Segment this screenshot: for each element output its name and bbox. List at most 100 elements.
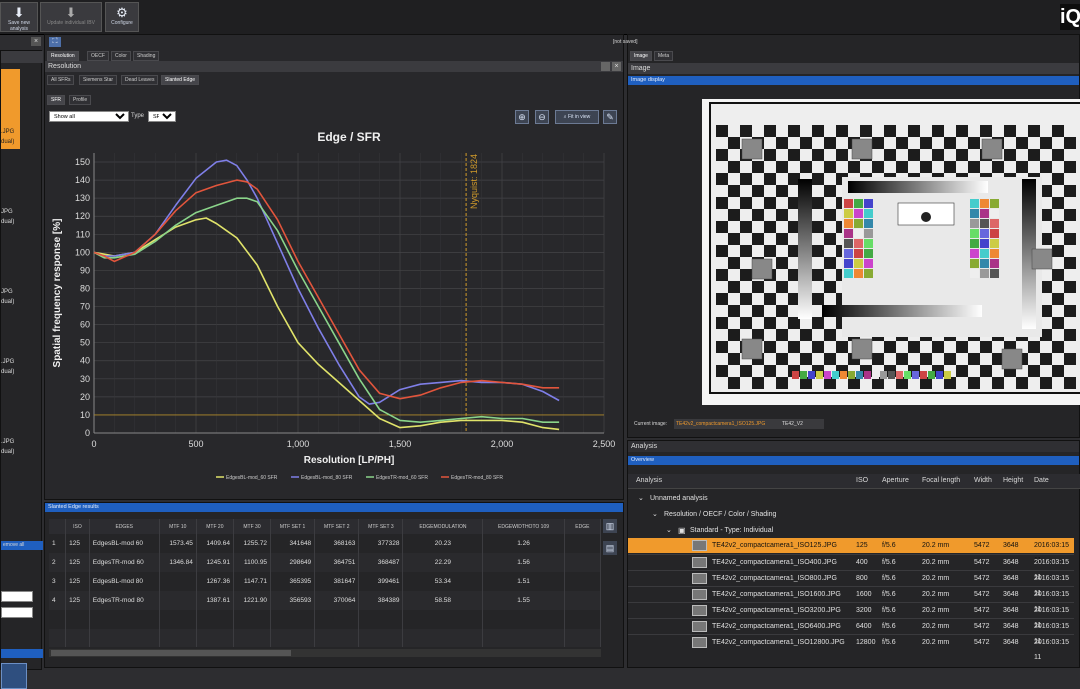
panel-restore-icon[interactable] <box>601 62 610 71</box>
table-cell: 1409.64 <box>196 534 234 553</box>
zoom-out-button[interactable]: ⊖ <box>535 110 549 124</box>
results-col-header[interactable]: EDGEMODULATION <box>402 519 484 534</box>
sidebar-item-fragment[interactable]: dual) <box>1 449 14 455</box>
configure-button[interactable]: ⚙ Configure <box>105 2 139 32</box>
results-col-header[interactable]: MTF 20 <box>196 519 234 534</box>
sidebar-item-fragment[interactable]: dual) <box>1 219 14 225</box>
results-col-header[interactable]: MTF 30 <box>233 519 272 534</box>
subtab-1[interactable]: Siemens Star <box>79 75 118 85</box>
checker-square <box>1064 305 1076 317</box>
results-col-header[interactable]: MTF SET 3 <box>358 519 404 534</box>
sidebar-select-1[interactable] <box>1 591 33 602</box>
save-analysis-button[interactable]: ⬇ Save new analysis <box>0 2 38 32</box>
checker-square <box>824 353 836 365</box>
results-col-header[interactable]: EDGE <box>564 519 601 534</box>
sidebar-item-fragment[interactable]: JPG <box>1 209 13 215</box>
panel-close-icon[interactable]: × <box>612 62 621 71</box>
results-col-header[interactable]: MTF SET 2 <box>314 519 360 534</box>
analysis-image-row[interactable]: TE42v2_compactcamera1_ISO400.JPG 400 f/5.6… <box>628 554 1074 581</box>
subtab-2[interactable]: Dead Leaves <box>121 75 159 85</box>
tab-image-0[interactable]: Image <box>630 51 652 61</box>
analysis-image-row[interactable]: TE42v2_compactcamera1_ISO125.JPG 125 f/5.6… <box>628 538 1074 564</box>
table-row[interactable]: 4 125 EdgesTR-mod 80 1387.61 1221.90 356593 37… <box>49 591 601 610</box>
analysis-image-row[interactable]: TE42v2_compactcamera1_ISO1600.JPG 1600 f/5… <box>628 586 1074 613</box>
export-table-icon[interactable]: ▥ <box>603 519 617 533</box>
sfr-chart: Edge / SFR 0 10 20 30 40 50 60 70 80 90 100 110 120 13… <box>46 125 620 487</box>
sidebar-select-2[interactable] <box>1 607 33 618</box>
checker-square <box>1004 125 1016 137</box>
analysis-image-row[interactable]: TE42v2_compactcamera1_ISO12800.JPG 12800 f… <box>628 634 1074 661</box>
strip-patch <box>856 371 863 379</box>
selected-image-item[interactable] <box>1 69 20 149</box>
results-col-header[interactable]: MTF 10 <box>159 519 197 534</box>
tab-resolution-3[interactable]: Shading <box>133 51 160 61</box>
strip-patch <box>928 371 935 379</box>
analysis-focal: 20.2 mm <box>922 575 950 582</box>
results-col-header[interactable]: EDGEWIDTHOTO 109 <box>482 519 565 534</box>
tab-resolution-2[interactable]: Color <box>111 51 131 61</box>
tab-resolution-1[interactable]: OECF <box>87 51 109 61</box>
sidebar-item-fragment[interactable]: .JPG <box>1 439 14 445</box>
tree-resolution-group[interactable]: ⌄ Resolution / OECF / Color / Shading <box>628 507 1074 522</box>
color-patch <box>864 209 873 218</box>
table-cell: 125 <box>65 591 90 610</box>
scrollbar-thumb[interactable] <box>51 650 291 656</box>
horizontal-scrollbar[interactable] <box>49 649 601 657</box>
table-row[interactable]: 1 125 EdgesBL-mod 60 1573.45 1409.64 1255.72 3… <box>49 534 601 553</box>
color-patch <box>864 239 873 248</box>
type-select[interactable]: SFR <box>148 111 176 122</box>
show-select[interactable]: Show all <box>49 111 129 122</box>
sidebar-item-fragment[interactable]: .JPG <box>1 359 14 365</box>
sidebar-item-fragment[interactable]: dual) <box>1 139 14 145</box>
sidebar-item-fragment[interactable]: .JPG <box>1 129 14 135</box>
table-cell: 1573.45 <box>159 534 197 553</box>
fit-in-view-button[interactable]: ⌕ Fit in view <box>555 110 599 124</box>
checker-square <box>1064 233 1076 245</box>
results-col-header[interactable]: MTF SET 1 <box>270 519 316 534</box>
chevron-down-icon[interactable]: ⌄ <box>652 507 658 522</box>
results-col-header[interactable]: EDGES <box>89 519 160 534</box>
color-patch <box>844 219 853 228</box>
viewtab-0[interactable]: SFR <box>47 95 65 105</box>
close-icon[interactable]: × <box>31 37 41 46</box>
tree-standard-individual[interactable]: ⌄ ▣ Standard - Type: Individual <box>628 523 1074 538</box>
analysis-width: 5472 <box>974 607 990 614</box>
tree-unnamed-analysis[interactable]: ⌄ Unnamed analysis <box>628 491 1074 506</box>
columns-icon[interactable]: ▤ <box>603 541 617 555</box>
analysis-image-row[interactable]: TE42v2_compactcamera1_ISO3200.JPG 3200 f/5… <box>628 602 1074 629</box>
settings-wrench-button[interactable]: ✎ <box>603 110 617 124</box>
results-col-header[interactable] <box>49 519 67 534</box>
tab-image-1[interactable]: Meta <box>654 51 674 61</box>
analysis-name: TE42v2_compactcamera1_ISO3200.JPG <box>712 607 841 614</box>
subtab-3[interactable]: Slanted Edge <box>161 75 200 85</box>
chevron-down-icon[interactable]: ⌄ <box>666 523 672 538</box>
update-individual-button[interactable]: ⬇ Update individual IBV <box>40 2 102 32</box>
zoom-in-button[interactable]: ⊕ <box>515 110 529 124</box>
logo-mark <box>921 212 931 222</box>
table-cell-empty <box>314 629 360 647</box>
results-col-header[interactable]: ISO <box>65 519 90 534</box>
checker-square <box>836 341 848 353</box>
checker-square <box>812 269 824 281</box>
checker-square <box>956 125 968 137</box>
analysis-width: 5472 <box>974 639 990 646</box>
viewtab-1[interactable]: Profile <box>69 95 92 105</box>
table-cell-empty <box>358 629 404 647</box>
analysis-image-row[interactable]: TE42v2_compactcamera1_ISO6400.JPG 6400 f/5… <box>628 618 1074 645</box>
chevron-down-icon[interactable]: ⌄ <box>638 491 644 506</box>
checker-square <box>908 125 920 137</box>
sidebar-item-fragment[interactable]: JPG <box>1 289 13 295</box>
sidebar-item-fragment[interactable]: dual) <box>1 299 14 305</box>
table-row[interactable]: 2 125 EdgesTR-mod 60 1346.84 1245.91 1100.95 2… <box>49 553 601 572</box>
tab-resolution-0[interactable]: Resolution <box>47 51 79 61</box>
sidebar-action-button[interactable] <box>1 663 27 689</box>
subtab-0[interactable]: All SFRs <box>47 75 75 85</box>
analysis-image-row[interactable]: TE42v2_compactcamera1_ISO800.JPG 800 f/5.6… <box>628 570 1074 597</box>
y-tick-label: 0 <box>85 428 90 438</box>
panel-pin-icon[interactable]: ⛶ <box>49 37 61 47</box>
checker-square <box>716 221 728 233</box>
table-row[interactable]: 3 125 EdgesBL-mod 80 1267.36 1147.71 365395 38… <box>49 572 601 591</box>
strip-patch <box>816 371 823 379</box>
color-patch <box>970 209 979 218</box>
sidebar-item-fragment[interactable]: dual) <box>1 369 14 375</box>
